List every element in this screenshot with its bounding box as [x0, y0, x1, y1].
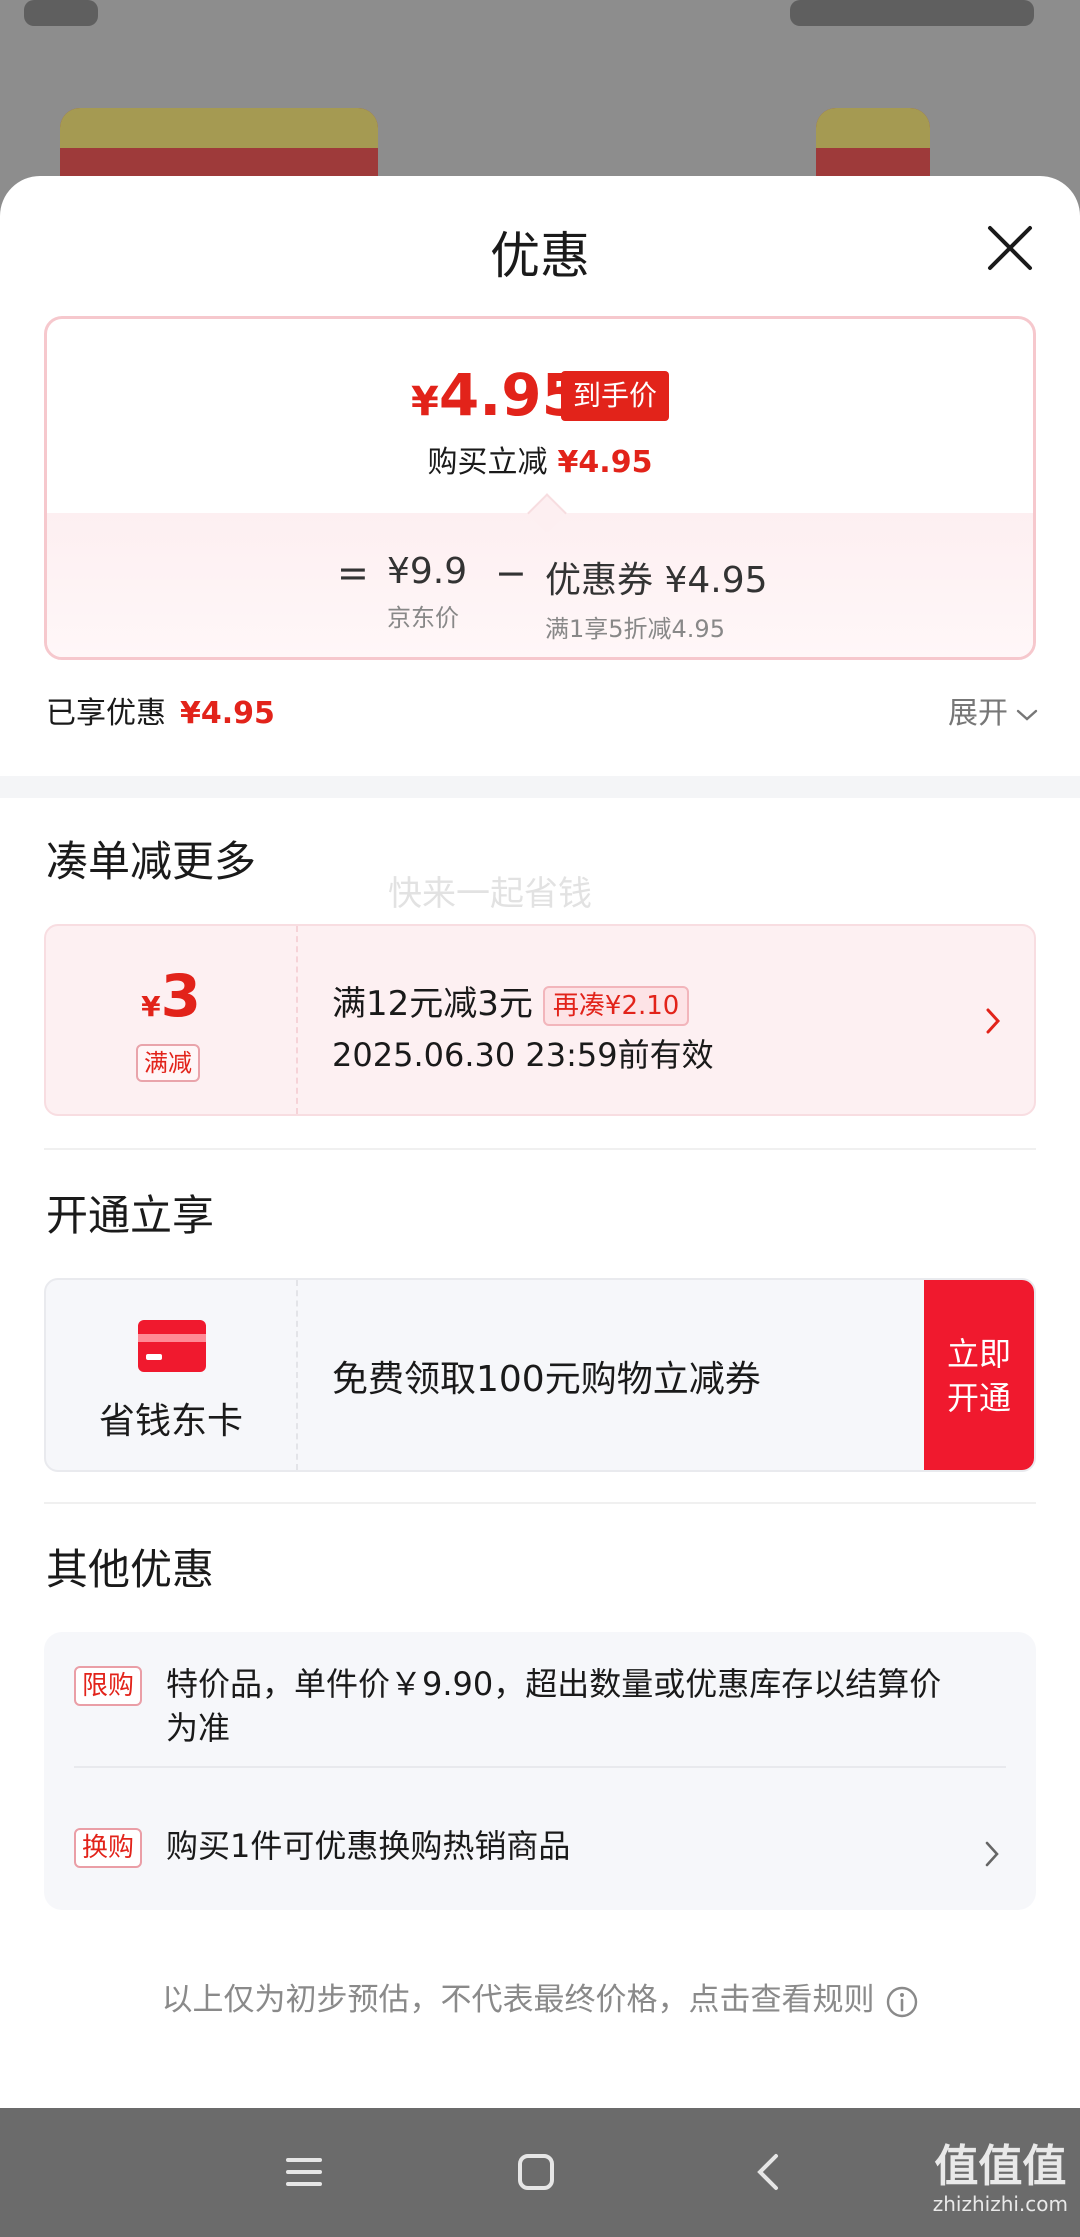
exchange-offer-text[interactable]: 购买1件可优惠换购热销商品 [166, 1824, 570, 1868]
final-price: ¥4.95 [411, 361, 582, 429]
equals-sign: = [337, 551, 369, 595]
expand-button[interactable]: 展开 [948, 688, 1038, 732]
divider [44, 1148, 1036, 1150]
jd-price-block: ¥9.9 京东价 [387, 551, 468, 632]
enjoyed-discount: 已享优惠 ¥4.95 [46, 696, 275, 731]
other-section-title: 其他优惠 [46, 1545, 215, 1594]
credit-card-icon [138, 1320, 206, 1372]
minus-sign: − [495, 551, 527, 595]
limit-tag: 限购 [74, 1666, 143, 1706]
coupon-type-tag: 满减 [136, 1044, 200, 1082]
exchange-tag: 换购 [74, 1828, 143, 1868]
coupon-rule: 满12元减3元 再凑¥2.10 [332, 976, 690, 1026]
card-offer-text: 免费领取100元购物立减券 [332, 1359, 761, 1400]
back-icon[interactable] [746, 2148, 794, 2196]
full-reduction-coupon[interactable]: ¥3 满减 满12元减3元 再凑¥2.10 2025.06.30 23:59前有效 [44, 924, 1036, 1116]
section-divider [0, 776, 1080, 798]
price-summary-card: ¥4.95 到手价 购买立减 ¥4.95 = ¥9.9 京东价 − 优惠券 ¥4.… [44, 316, 1036, 660]
bg-toolbar [790, 0, 1034, 26]
menu-icon[interactable] [280, 2148, 328, 2196]
faint-watermark: 快来一起省钱 [388, 874, 592, 914]
system-nav-bar: 值值值 zhizhizhi.com [0, 2108, 1080, 2237]
coupon-amount: ¥3 [141, 962, 201, 1030]
card-name: 省钱东卡 [98, 1401, 243, 1442]
close-icon[interactable] [980, 218, 1040, 278]
divider [44, 1502, 1036, 1504]
info-icon [886, 1986, 917, 2017]
saving-card-offer[interactable]: 省钱东卡 免费领取100元购物立减券 立即 开通 [44, 1278, 1036, 1472]
chevron-right-icon[interactable] [984, 1006, 1002, 1036]
final-price-tag: 到手价 [561, 371, 670, 421]
combine-section-title: 凑单减更多 [46, 837, 257, 886]
instant-reduce-line: 购买立减 ¥4.95 [427, 445, 653, 480]
bg-back-button [24, 0, 98, 26]
open-section-title: 开通立享 [46, 1191, 215, 1240]
limit-offer-text: 特价品，单件价￥9.90，超出数量或优惠库存以结算价为准 [166, 1665, 942, 1747]
disclaimer-link[interactable]: 以上仅为初步预估，不代表最终价格，点击查看规则 [0, 1974, 1080, 2019]
other-offers-box: 限购 特价品，单件价￥9.90，超出数量或优惠库存以结算价为准 换购 购买1件可… [44, 1632, 1036, 1910]
home-icon[interactable] [512, 2148, 560, 2196]
sheet-title: 优惠 [490, 227, 590, 285]
site-watermark: 值值值 zhizhizhi.com [932, 2141, 1068, 2217]
coupon-price-block: 优惠券 ¥4.95 满1享5折减4.95 [545, 560, 768, 643]
open-now-button[interactable]: 立即 开通 [924, 1280, 1034, 1470]
add-more-tag: 再凑¥2.10 [542, 985, 690, 1026]
chevron-right-icon[interactable] [984, 1840, 1000, 1868]
promotion-sheet: 优惠 ¥4.95 到手价 购买立减 ¥4.95 = ¥9.9 京东价 − 优惠券 … [0, 176, 1080, 2108]
chevron-down-icon [1016, 709, 1038, 721]
coupon-validity: 2025.06.30 23:59前有效 [332, 1036, 714, 1074]
